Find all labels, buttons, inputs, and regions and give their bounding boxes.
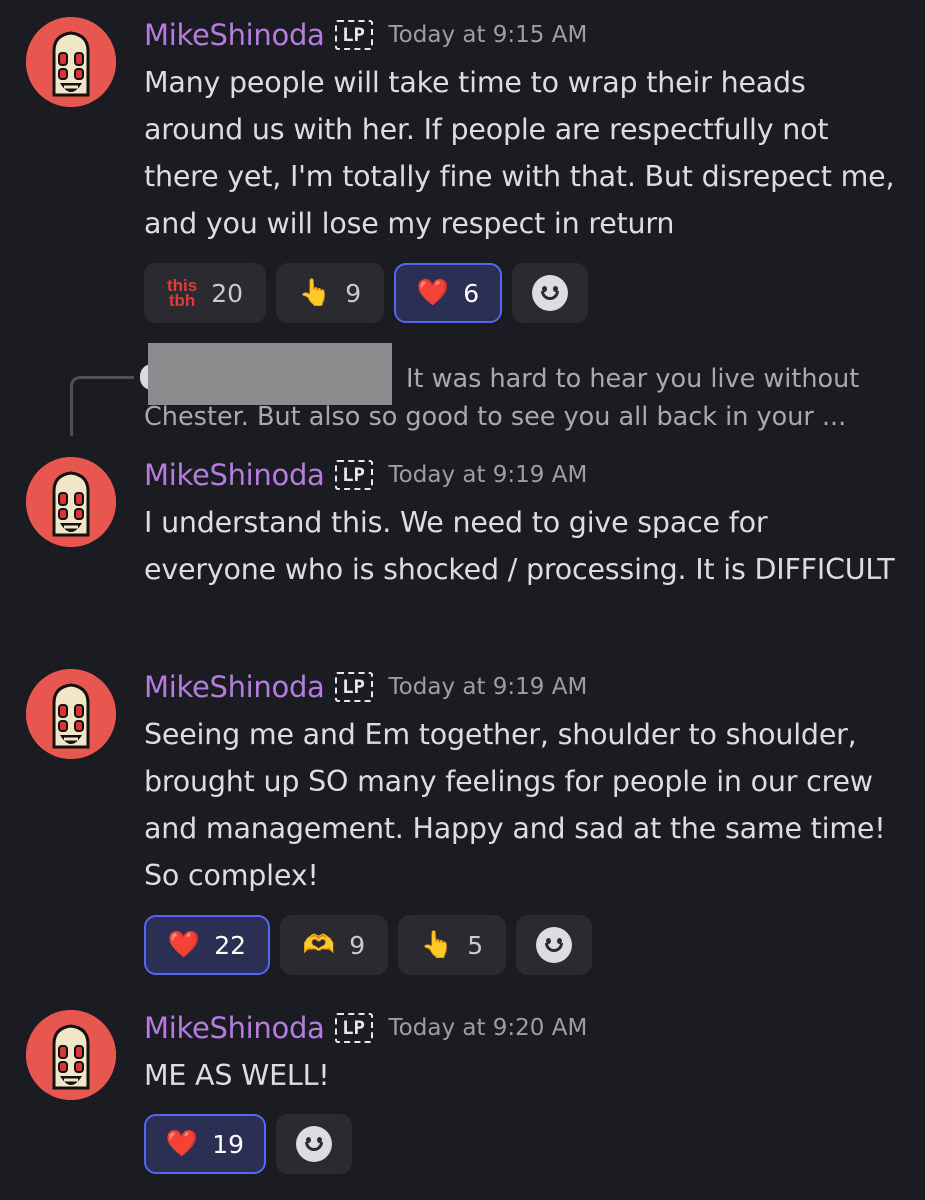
message-header: MikeShinoda LP Today at 9:15 AM bbox=[144, 15, 587, 55]
message-content: Many people will take time to wrap their… bbox=[144, 66, 895, 240]
username[interactable]: MikeShinoda bbox=[144, 458, 325, 492]
reaction-heart[interactable]: ❤️ 22 bbox=[144, 915, 270, 975]
lp-tag-icon[interactable]: LP bbox=[334, 1013, 373, 1043]
username[interactable]: MikeShinoda bbox=[144, 1011, 325, 1045]
add-reaction-button[interactable] bbox=[512, 263, 588, 323]
reaction-point-up[interactable]: 👆 5 bbox=[398, 915, 506, 975]
skull-avatar-icon bbox=[26, 669, 116, 759]
reaction-count: 5 bbox=[467, 930, 484, 960]
lp-tag-icon[interactable]: LP bbox=[334, 460, 373, 490]
heart-emoji-icon: ❤️ bbox=[165, 1129, 199, 1159]
reaction-count: 9 bbox=[349, 930, 366, 960]
this-tbh-emoji-icon: this tbh bbox=[166, 276, 198, 310]
avatar[interactable] bbox=[26, 669, 116, 759]
reaction-count: 20 bbox=[211, 278, 244, 308]
message-header: MikeShinoda LP Today at 9:20 AM bbox=[144, 1008, 587, 1048]
timestamp: Today at 9:19 AM bbox=[388, 674, 588, 700]
reaction-heart-hands[interactable]: 🫶 9 bbox=[280, 915, 388, 975]
lp-tag-icon[interactable]: LP bbox=[334, 20, 373, 50]
message-content: I understand this. We need to give space… bbox=[144, 506, 895, 586]
redacted-username bbox=[148, 343, 392, 405]
skull-avatar-icon bbox=[26, 17, 116, 107]
smiley-face-icon bbox=[296, 1126, 332, 1162]
timestamp: Today at 9:20 AM bbox=[388, 1015, 588, 1041]
reply-connector bbox=[70, 376, 134, 436]
username[interactable]: MikeShinoda bbox=[144, 670, 325, 704]
reaction-count: 22 bbox=[214, 930, 247, 960]
reaction-count: 9 bbox=[345, 278, 362, 308]
add-reaction-button[interactable] bbox=[516, 915, 592, 975]
lp-tag-icon[interactable]: LP bbox=[334, 672, 373, 702]
avatar[interactable] bbox=[26, 17, 116, 107]
add-reaction-button[interactable] bbox=[276, 1114, 352, 1174]
username[interactable]: MikeShinoda bbox=[144, 18, 325, 52]
timestamp: Today at 9:19 AM bbox=[388, 462, 588, 488]
heart-hands-emoji-icon: 🫶 bbox=[302, 930, 336, 960]
point-up-emoji-icon: 👆 bbox=[420, 930, 454, 960]
point-up-emoji-icon: 👆 bbox=[298, 278, 332, 308]
reaction-count: 19 bbox=[212, 1129, 245, 1159]
timestamp: Today at 9:15 AM bbox=[388, 22, 588, 48]
smiley-face-icon bbox=[532, 275, 568, 311]
reaction-bar: ❤️ 22 🫶 9 👆 5 bbox=[144, 915, 592, 975]
smiley-face-icon bbox=[536, 927, 572, 963]
reaction-bar: this tbh 20 👆 9 ❤️ 6 bbox=[144, 263, 588, 323]
message-header: MikeShinoda LP Today at 9:19 AM bbox=[144, 455, 587, 495]
reaction-count: 6 bbox=[463, 278, 480, 308]
avatar[interactable] bbox=[26, 1010, 116, 1100]
avatar[interactable] bbox=[26, 457, 116, 547]
reaction-bar: ❤️ 19 bbox=[144, 1114, 352, 1174]
reaction-this-tbh[interactable]: this tbh 20 bbox=[144, 263, 266, 323]
message-content: ME AS WELL! bbox=[144, 1059, 330, 1092]
skull-avatar-icon bbox=[26, 457, 116, 547]
heart-emoji-icon: ❤️ bbox=[167, 930, 201, 960]
reaction-heart[interactable]: ❤️ 6 bbox=[394, 263, 502, 323]
message-content: Seeing me and Em together, shoulder to s… bbox=[144, 718, 886, 892]
reaction-point-up[interactable]: 👆 9 bbox=[276, 263, 384, 323]
message-header: MikeShinoda LP Today at 9:19 AM bbox=[144, 667, 587, 707]
skull-avatar-icon bbox=[26, 1010, 116, 1100]
heart-emoji-icon: ❤️ bbox=[416, 278, 450, 308]
reaction-heart[interactable]: ❤️ 19 bbox=[144, 1114, 266, 1174]
